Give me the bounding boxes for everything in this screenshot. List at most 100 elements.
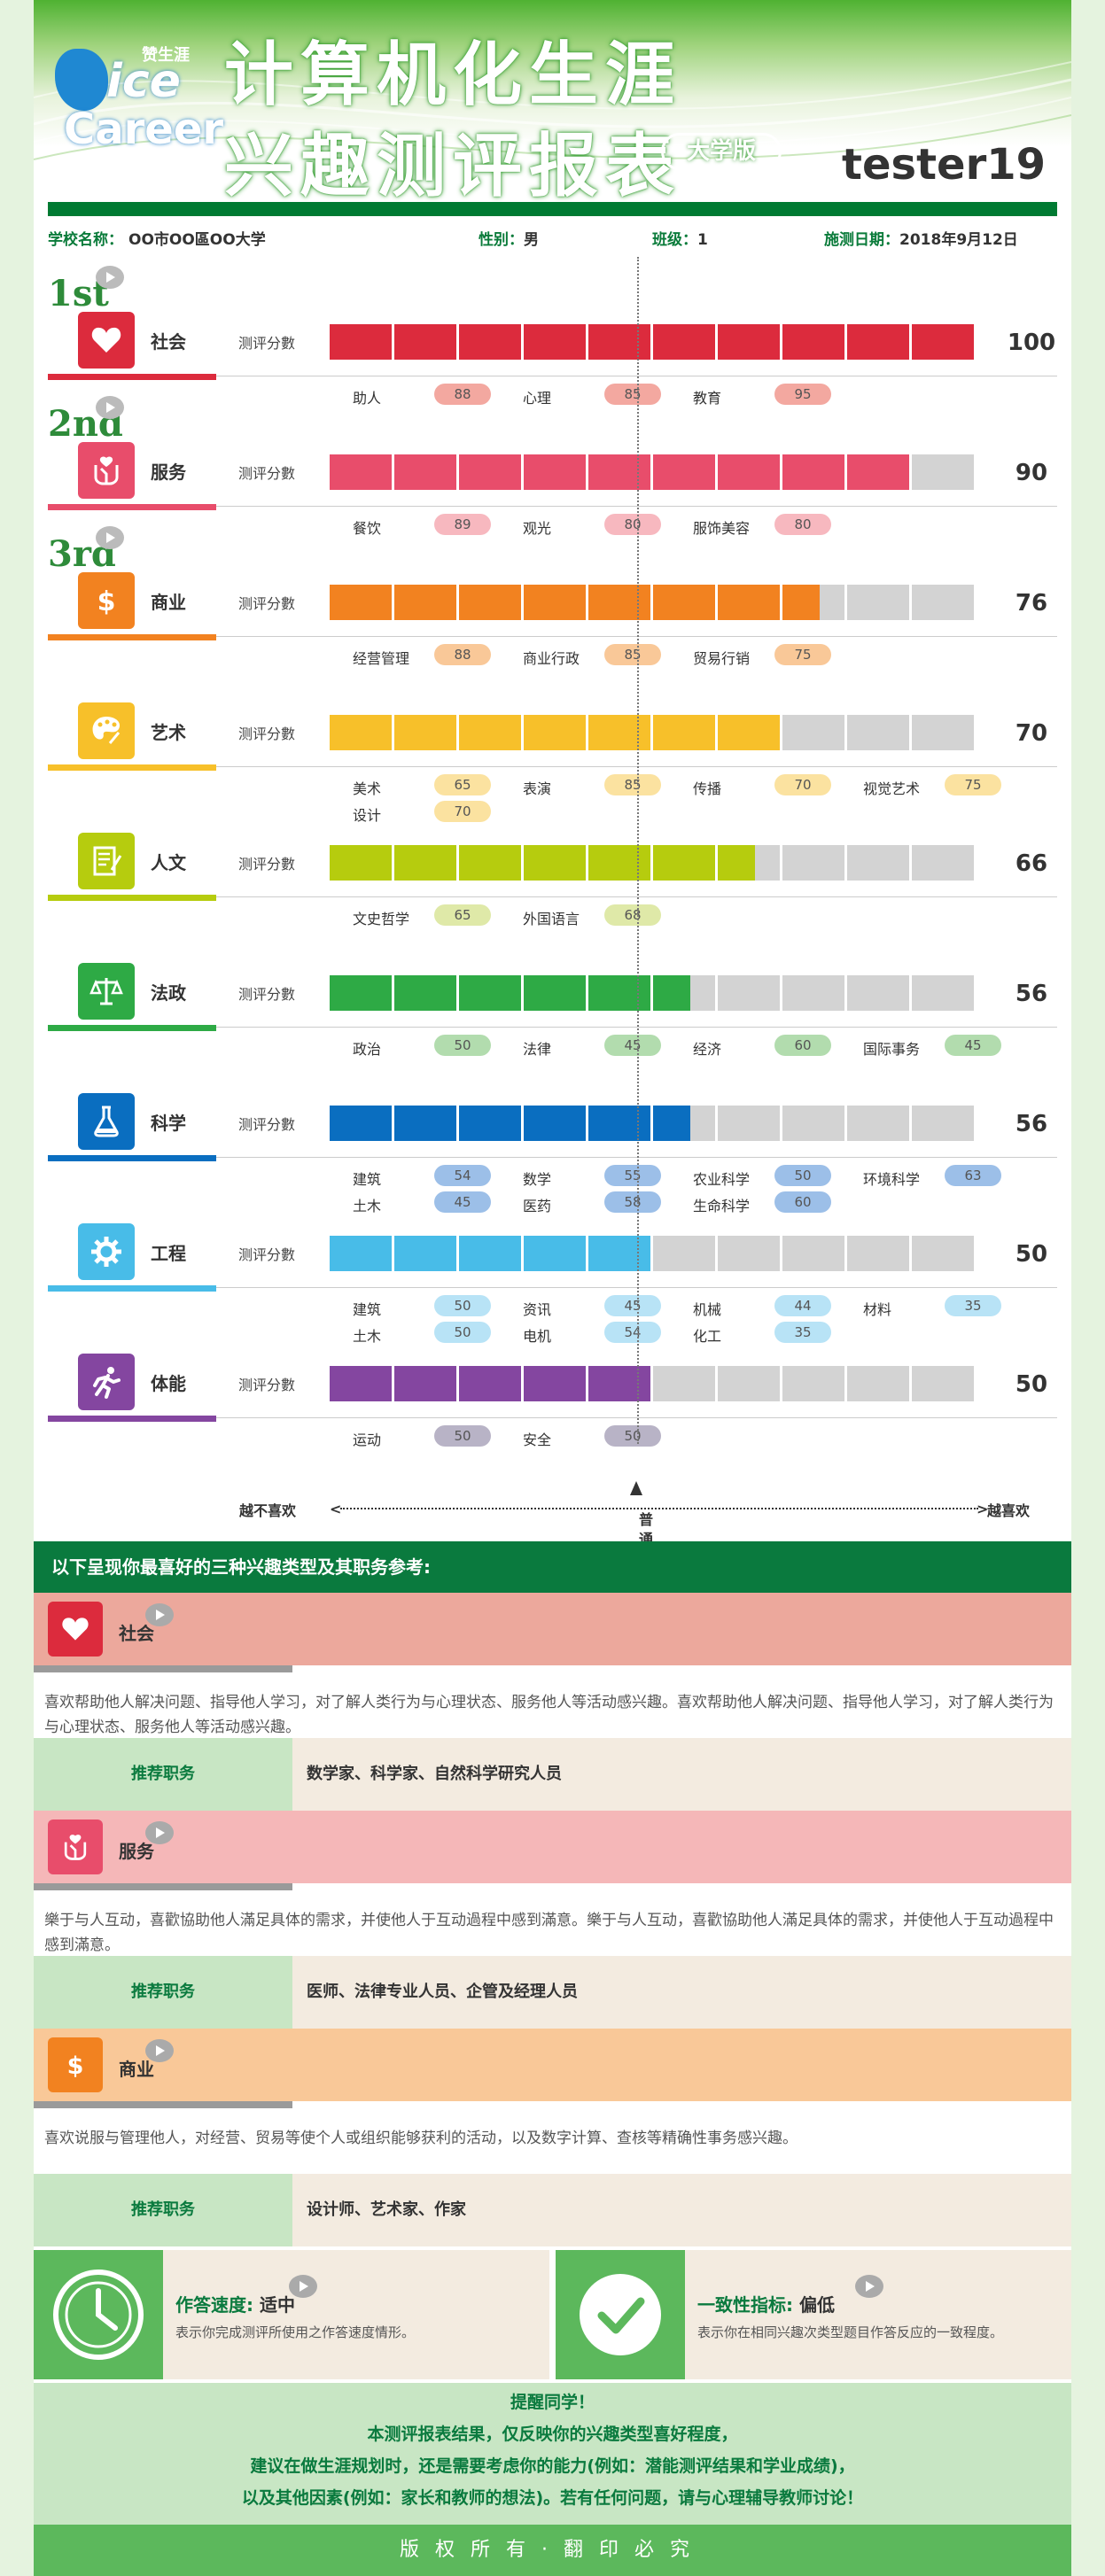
checkmark-icon [556,2250,685,2379]
score-bar-segment [782,715,844,750]
subcategory-label: 安全 [523,1432,552,1448]
score-bar-segment [394,454,456,490]
score-bar-segment [459,324,521,360]
score-bar [330,715,977,750]
category-underline [48,634,216,640]
score-bar-segment [912,1236,974,1271]
score-bar-segment [847,1106,909,1141]
score-label: 测评分數 [238,1246,296,1263]
score-bar-segment [782,1106,844,1141]
score-bar-segment [459,454,521,490]
category-underline [48,1155,216,1161]
category-name: 科学 [151,1113,186,1134]
svg-text:$: $ [67,2052,84,2080]
score-bar-segment [330,454,392,490]
score-bar-segment [330,715,392,750]
consistency-play-icon[interactable] [855,2275,883,2298]
header-divider [48,202,1057,216]
gender-info: 性别：男 [479,227,539,249]
consistency-label: 一致性指标: [697,2294,793,2316]
interest-row: 1st 社会 测评分數 100 助人 88 心理 85 教育 95 [48,266,1057,407]
score-bar-segment [847,1366,909,1401]
score-bar [330,1106,977,1141]
play-icon[interactable] [96,396,124,419]
score-bar-segment [394,845,456,881]
score-value: 56 [1015,1111,1048,1137]
top-interest-band: $ 商业 [34,2029,1071,2101]
score-bar-segment [524,1106,586,1141]
interest-row: 艺术 测评分數 70 美术 65 表演 85 传播 70 视觉艺术 75 设计 70 [48,656,1057,824]
category-name: 商业 [151,592,186,613]
school-info: 学校名称： OO市OO區OO大学 [48,227,266,249]
score-bar-segment [718,1366,780,1401]
score-bar-segment [459,1236,521,1271]
score-label: 测评分數 [238,335,296,352]
note-line-3: 建议在做生涯规划时，还是需要考虑你的能力(例如：潜能测评结果和学业成绩)， [250,2456,855,2476]
reminder-note: 提醒同学！ 本测评报表结果，仅反映你的兴趣类型喜好程度， 建议在做生涯规划时，还… [34,2383,1071,2525]
play-icon[interactable] [145,1603,174,1626]
service-hands-icon [48,1819,103,1874]
score-bar-segment [588,1236,650,1271]
consistency-stat: 一致性指标: 偏低 表示你在相同兴趣次类型题目作答反应的一致程度。 [556,2250,1071,2379]
top-interest-desc: 喜欢帮助他人解决问题、指导他人学习，对了解人类行为与心理状态、服务他人等活动感兴… [44,1694,1054,1736]
class-label: 班级： [652,231,697,249]
interest-row: 法政 测评分數 56 政治 50 法律 45 经济 60 国际事务 45 [48,917,1057,1058]
title-line-2: 兴趣测评报表 [224,127,682,204]
consistency-title: 一致性指标: 偏低 [697,2291,835,2316]
note-line-1: 提醒同学！ [510,2393,595,2412]
score-bar-segment [394,324,456,360]
rank-badge: 2nd [48,396,124,449]
score-bar-segment [718,715,780,750]
score-bar-segment [459,1106,521,1141]
play-icon[interactable] [145,1821,174,1844]
score-bar-segment [588,1366,650,1401]
palette-icon [78,702,135,759]
category-name: 法政 [151,982,186,1004]
score-bar [330,454,977,490]
score-bar-segment [394,585,456,620]
score-label: 测评分數 [238,465,296,482]
score-bar-segment [394,715,456,750]
score-bar-segment [782,1366,844,1401]
score-bar-segment [912,845,974,881]
date-value: 2018年9月12日 [899,231,1018,249]
subcategory-score: 50 [434,1425,491,1447]
logo-ice-text: ice [106,55,181,108]
scale-up-arrow-icon [630,1481,642,1495]
interest-row: 3rd $ 商业 测评分數 76 经营管理 88 商业行政 85 贸易行销 75 [48,526,1057,667]
document-icon [78,833,135,889]
speed-title: 作答速度: 适中 [175,2291,295,2316]
score-bar-segment [588,1106,650,1141]
play-icon[interactable] [96,266,124,289]
score-bar-segment [847,324,909,360]
flask-icon [78,1093,135,1150]
score-bar [330,1236,977,1271]
score-bar-segment [653,975,715,1011]
category-name: 体能 [151,1373,186,1394]
date-label: 施测日期： [824,231,899,249]
score-bar-segment [718,975,780,1011]
score-bar-segment [588,845,650,881]
title-line-1: 计算机化生涯 [224,35,682,115]
recommended-jobs-value: 设计师、艺术家、作家 [307,2200,466,2219]
subcategory-label: 运动 [353,1432,382,1448]
score-bar-segment [524,715,586,750]
average-line [637,257,639,1444]
score-value: 50 [1015,1241,1048,1268]
rank-badge: 1st [48,266,124,319]
score-bar [330,1366,977,1401]
score-bar-segment [330,1236,392,1271]
score-bar-segment [782,975,844,1011]
score-bar-segment [847,845,909,881]
score-bar-segment [847,1236,909,1271]
gear-icon [78,1223,135,1280]
score-bar [330,845,977,881]
score-bar-segment [653,715,715,750]
recommended-jobs-label: 推荐职务 [34,2174,292,2246]
speed-label: 作答速度: [175,2294,253,2316]
speed-play-icon[interactable] [289,2275,317,2298]
report-header: 赞生涯 ice Career 计算机化生涯 兴趣测评报表 大学版 tester1… [34,0,1071,204]
play-icon[interactable] [145,2039,174,2062]
play-icon[interactable] [96,526,124,549]
school-value: OO市OO區OO大学 [128,231,266,249]
